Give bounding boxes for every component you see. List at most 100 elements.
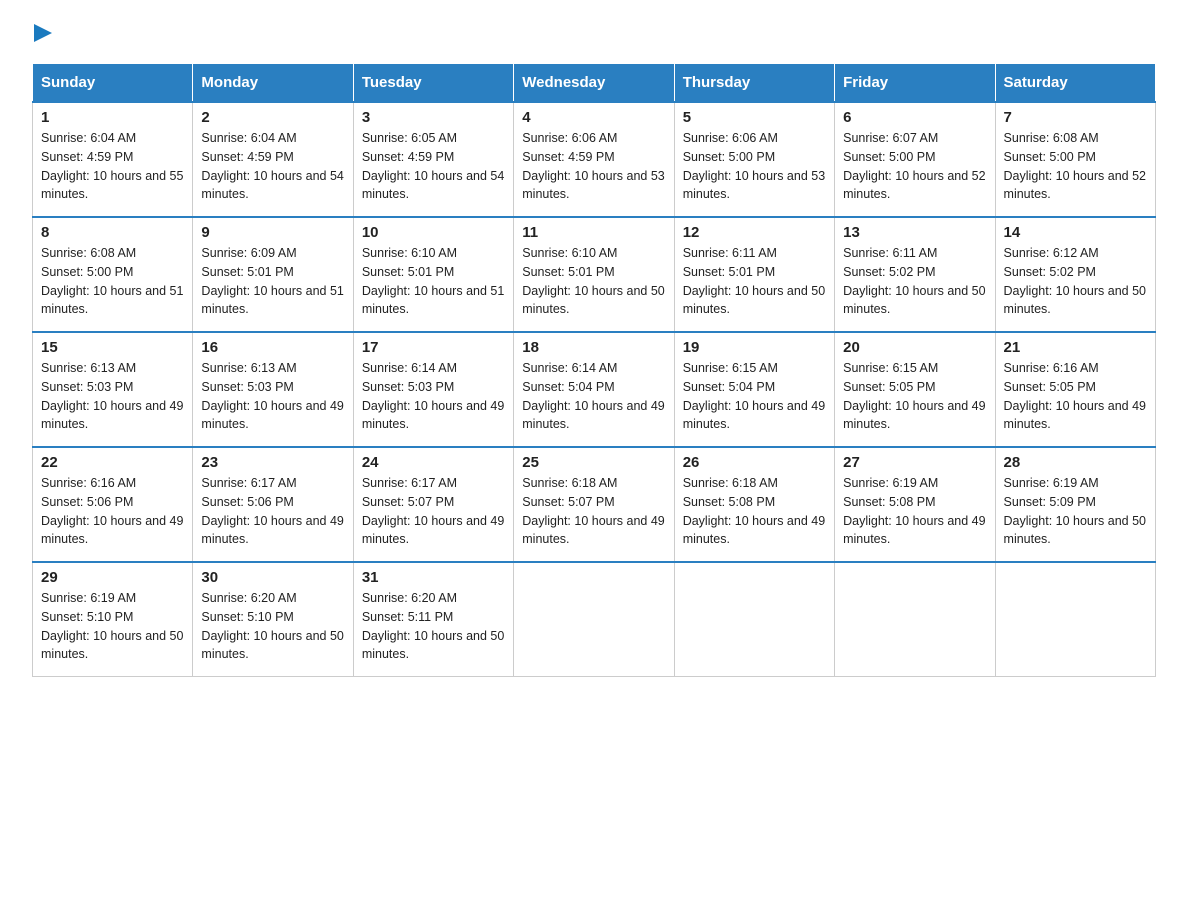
day-info: Sunrise: 6:19 AMSunset: 5:10 PMDaylight:… — [41, 589, 184, 664]
calendar-week-row: 22 Sunrise: 6:16 AMSunset: 5:06 PMDaylig… — [33, 447, 1156, 562]
day-number: 5 — [683, 109, 826, 126]
day-info: Sunrise: 6:19 AMSunset: 5:08 PMDaylight:… — [843, 474, 986, 549]
calendar-day-cell: 18 Sunrise: 6:14 AMSunset: 5:04 PMDaylig… — [514, 332, 674, 447]
calendar-day-cell: 21 Sunrise: 6:16 AMSunset: 5:05 PMDaylig… — [995, 332, 1155, 447]
calendar-header-saturday: Saturday — [995, 64, 1155, 103]
day-info: Sunrise: 6:16 AMSunset: 5:06 PMDaylight:… — [41, 474, 184, 549]
day-number: 28 — [1004, 454, 1147, 471]
day-number: 30 — [201, 569, 344, 586]
day-info: Sunrise: 6:10 AMSunset: 5:01 PMDaylight:… — [522, 244, 665, 319]
day-info: Sunrise: 6:07 AMSunset: 5:00 PMDaylight:… — [843, 129, 986, 204]
day-number: 18 — [522, 339, 665, 356]
calendar-day-cell: 9 Sunrise: 6:09 AMSunset: 5:01 PMDayligh… — [193, 217, 353, 332]
day-info: Sunrise: 6:12 AMSunset: 5:02 PMDaylight:… — [1004, 244, 1147, 319]
day-number: 12 — [683, 224, 826, 241]
calendar-empty-cell — [514, 562, 674, 677]
day-number: 16 — [201, 339, 344, 356]
day-info: Sunrise: 6:13 AMSunset: 5:03 PMDaylight:… — [41, 359, 184, 434]
calendar-day-cell: 10 Sunrise: 6:10 AMSunset: 5:01 PMDaylig… — [353, 217, 513, 332]
calendar-week-row: 29 Sunrise: 6:19 AMSunset: 5:10 PMDaylig… — [33, 562, 1156, 677]
day-number: 3 — [362, 109, 505, 126]
calendar-week-row: 1 Sunrise: 6:04 AMSunset: 4:59 PMDayligh… — [33, 102, 1156, 217]
day-info: Sunrise: 6:13 AMSunset: 5:03 PMDaylight:… — [201, 359, 344, 434]
day-info: Sunrise: 6:09 AMSunset: 5:01 PMDaylight:… — [201, 244, 344, 319]
day-info: Sunrise: 6:18 AMSunset: 5:08 PMDaylight:… — [683, 474, 826, 549]
day-number: 26 — [683, 454, 826, 471]
day-number: 8 — [41, 224, 184, 241]
day-info: Sunrise: 6:19 AMSunset: 5:09 PMDaylight:… — [1004, 474, 1147, 549]
day-number: 2 — [201, 109, 344, 126]
calendar-day-cell: 20 Sunrise: 6:15 AMSunset: 5:05 PMDaylig… — [835, 332, 995, 447]
day-number: 4 — [522, 109, 665, 126]
day-number: 11 — [522, 224, 665, 241]
calendar-header-row: SundayMondayTuesdayWednesdayThursdayFrid… — [33, 64, 1156, 103]
calendar-empty-cell — [835, 562, 995, 677]
logo-arrow-icon — [34, 24, 52, 42]
calendar-day-cell: 26 Sunrise: 6:18 AMSunset: 5:08 PMDaylig… — [674, 447, 834, 562]
calendar-week-row: 15 Sunrise: 6:13 AMSunset: 5:03 PMDaylig… — [33, 332, 1156, 447]
day-number: 9 — [201, 224, 344, 241]
calendar-day-cell: 5 Sunrise: 6:06 AMSunset: 5:00 PMDayligh… — [674, 102, 834, 217]
day-info: Sunrise: 6:20 AMSunset: 5:10 PMDaylight:… — [201, 589, 344, 664]
calendar-header-tuesday: Tuesday — [353, 64, 513, 103]
day-number: 17 — [362, 339, 505, 356]
day-number: 27 — [843, 454, 986, 471]
day-info: Sunrise: 6:10 AMSunset: 5:01 PMDaylight:… — [362, 244, 505, 319]
calendar-day-cell: 19 Sunrise: 6:15 AMSunset: 5:04 PMDaylig… — [674, 332, 834, 447]
day-info: Sunrise: 6:16 AMSunset: 5:05 PMDaylight:… — [1004, 359, 1147, 434]
calendar-day-cell: 25 Sunrise: 6:18 AMSunset: 5:07 PMDaylig… — [514, 447, 674, 562]
day-info: Sunrise: 6:14 AMSunset: 5:03 PMDaylight:… — [362, 359, 505, 434]
day-info: Sunrise: 6:06 AMSunset: 5:00 PMDaylight:… — [683, 129, 826, 204]
day-number: 29 — [41, 569, 184, 586]
day-number: 7 — [1004, 109, 1147, 126]
day-info: Sunrise: 6:04 AMSunset: 4:59 PMDaylight:… — [41, 129, 184, 204]
calendar-day-cell: 16 Sunrise: 6:13 AMSunset: 5:03 PMDaylig… — [193, 332, 353, 447]
calendar-header-sunday: Sunday — [33, 64, 193, 103]
day-info: Sunrise: 6:04 AMSunset: 4:59 PMDaylight:… — [201, 129, 344, 204]
day-info: Sunrise: 6:08 AMSunset: 5:00 PMDaylight:… — [1004, 129, 1147, 204]
day-info: Sunrise: 6:20 AMSunset: 5:11 PMDaylight:… — [362, 589, 505, 664]
calendar-day-cell: 14 Sunrise: 6:12 AMSunset: 5:02 PMDaylig… — [995, 217, 1155, 332]
calendar-table: SundayMondayTuesdayWednesdayThursdayFrid… — [32, 63, 1156, 677]
day-info: Sunrise: 6:15 AMSunset: 5:05 PMDaylight:… — [843, 359, 986, 434]
calendar-day-cell: 28 Sunrise: 6:19 AMSunset: 5:09 PMDaylig… — [995, 447, 1155, 562]
logo — [32, 24, 52, 47]
day-info: Sunrise: 6:11 AMSunset: 5:01 PMDaylight:… — [683, 244, 826, 319]
day-info: Sunrise: 6:15 AMSunset: 5:04 PMDaylight:… — [683, 359, 826, 434]
day-info: Sunrise: 6:05 AMSunset: 4:59 PMDaylight:… — [362, 129, 505, 204]
calendar-header-wednesday: Wednesday — [514, 64, 674, 103]
calendar-day-cell: 8 Sunrise: 6:08 AMSunset: 5:00 PMDayligh… — [33, 217, 193, 332]
calendar-day-cell: 11 Sunrise: 6:10 AMSunset: 5:01 PMDaylig… — [514, 217, 674, 332]
day-number: 21 — [1004, 339, 1147, 356]
calendar-day-cell: 23 Sunrise: 6:17 AMSunset: 5:06 PMDaylig… — [193, 447, 353, 562]
calendar-day-cell: 27 Sunrise: 6:19 AMSunset: 5:08 PMDaylig… — [835, 447, 995, 562]
calendar-header-monday: Monday — [193, 64, 353, 103]
day-number: 31 — [362, 569, 505, 586]
calendar-day-cell: 1 Sunrise: 6:04 AMSunset: 4:59 PMDayligh… — [33, 102, 193, 217]
day-number: 6 — [843, 109, 986, 126]
calendar-day-cell: 13 Sunrise: 6:11 AMSunset: 5:02 PMDaylig… — [835, 217, 995, 332]
day-number: 10 — [362, 224, 505, 241]
calendar-day-cell: 29 Sunrise: 6:19 AMSunset: 5:10 PMDaylig… — [33, 562, 193, 677]
calendar-day-cell: 31 Sunrise: 6:20 AMSunset: 5:11 PMDaylig… — [353, 562, 513, 677]
day-number: 22 — [41, 454, 184, 471]
calendar-day-cell: 30 Sunrise: 6:20 AMSunset: 5:10 PMDaylig… — [193, 562, 353, 677]
calendar-empty-cell — [674, 562, 834, 677]
day-info: Sunrise: 6:17 AMSunset: 5:07 PMDaylight:… — [362, 474, 505, 549]
day-number: 24 — [362, 454, 505, 471]
calendar-day-cell: 6 Sunrise: 6:07 AMSunset: 5:00 PMDayligh… — [835, 102, 995, 217]
day-number: 15 — [41, 339, 184, 356]
day-info: Sunrise: 6:17 AMSunset: 5:06 PMDaylight:… — [201, 474, 344, 549]
day-number: 25 — [522, 454, 665, 471]
day-info: Sunrise: 6:11 AMSunset: 5:02 PMDaylight:… — [843, 244, 986, 319]
calendar-header-friday: Friday — [835, 64, 995, 103]
day-number: 1 — [41, 109, 184, 126]
calendar-day-cell: 3 Sunrise: 6:05 AMSunset: 4:59 PMDayligh… — [353, 102, 513, 217]
calendar-empty-cell — [995, 562, 1155, 677]
day-number: 20 — [843, 339, 986, 356]
day-number: 14 — [1004, 224, 1147, 241]
calendar-day-cell: 22 Sunrise: 6:16 AMSunset: 5:06 PMDaylig… — [33, 447, 193, 562]
calendar-day-cell: 24 Sunrise: 6:17 AMSunset: 5:07 PMDaylig… — [353, 447, 513, 562]
calendar-day-cell: 17 Sunrise: 6:14 AMSunset: 5:03 PMDaylig… — [353, 332, 513, 447]
calendar-day-cell: 4 Sunrise: 6:06 AMSunset: 4:59 PMDayligh… — [514, 102, 674, 217]
